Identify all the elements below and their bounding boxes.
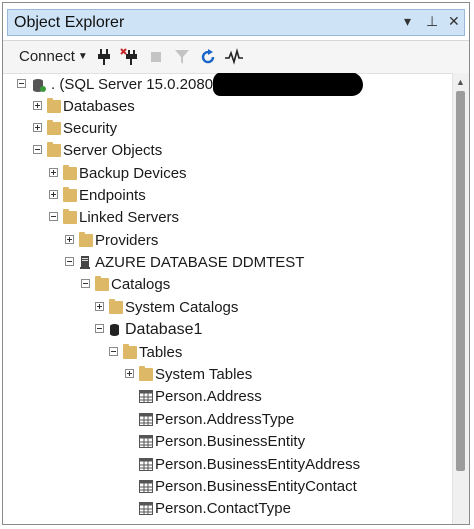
tree-node-security[interactable]: Security	[3, 118, 453, 140]
tree-node-linked-servers[interactable]: Linked Servers	[3, 207, 453, 229]
tree-node-backup-devices[interactable]: Backup Devices	[3, 163, 453, 185]
database-icon	[110, 324, 119, 336]
expand-toggle[interactable]	[49, 168, 58, 177]
tree-node-endpoints[interactable]: Endpoints	[3, 185, 453, 207]
expand-toggle[interactable]	[33, 101, 42, 110]
table-icon	[139, 390, 153, 403]
collapse-toggle[interactable]	[65, 257, 74, 266]
server-icon	[33, 79, 46, 92]
activity-monitor-icon[interactable]	[224, 47, 244, 67]
tree-node-table[interactable]: Person.BusinessEntityContact	[3, 476, 453, 498]
folder-icon	[47, 120, 61, 135]
tree-node-system-catalogs[interactable]: System Catalogs	[3, 297, 453, 319]
tree-node-table[interactable]: Person.AddressType	[3, 409, 453, 431]
linked-server-icon	[80, 256, 90, 269]
tree-node-label: Databases	[63, 98, 135, 115]
collapse-toggle[interactable]	[95, 324, 104, 333]
folder-icon	[63, 165, 77, 180]
window-position-dropdown-icon[interactable]: ▾	[404, 13, 411, 30]
panel-titlebar: Object Explorer ▾ ⊥ ✕	[3, 3, 469, 41]
tree-node-providers[interactable]: Providers	[3, 230, 453, 252]
tree-node-label: Person.BusinessEntityContact	[155, 478, 357, 495]
collapse-toggle[interactable]	[109, 347, 118, 356]
tree-node-tables[interactable]: Tables	[3, 342, 453, 364]
tree-node-catalogs[interactable]: Catalogs	[3, 274, 453, 296]
refresh-icon[interactable]	[198, 47, 218, 67]
tree-node-database1[interactable]: Database1	[3, 319, 453, 341]
tree-node-system-tables[interactable]: System Tables	[3, 364, 453, 386]
collapse-toggle[interactable]	[49, 212, 58, 221]
expand-toggle[interactable]	[33, 123, 42, 132]
tree-node-label: System Catalogs	[125, 299, 239, 316]
tree-node-table[interactable]: Person.BusinessEntity	[3, 431, 453, 453]
expand-toggle[interactable]	[95, 302, 104, 311]
object-explorer-panel: Object Explorer ▾ ⊥ ✕ Connect ▼ . (SQL S…	[2, 2, 470, 525]
connect-plug-icon[interactable]	[94, 47, 114, 67]
scrollbar-thumb[interactable]	[456, 91, 465, 471]
tree-node-label: Person.BusinessEntity	[155, 433, 306, 450]
tree-node-label: Endpoints	[79, 187, 146, 204]
tree-node-label: Server Objects	[63, 142, 163, 159]
tree-node-label: Tables	[139, 344, 183, 361]
tree-node-label: . (SQL Server 15.0.2080.9 -	[51, 76, 235, 93]
table-icon	[139, 458, 153, 471]
table-icon	[139, 480, 153, 493]
folder-icon	[139, 366, 153, 381]
tree-node-label: Database1	[125, 321, 203, 338]
scroll-up-arrow-icon[interactable]: ▲	[456, 77, 465, 87]
collapse-toggle[interactable]	[81, 279, 90, 288]
tree-node-label: Person.BusinessEntityAddress	[155, 456, 361, 473]
tree-node-label: AZURE DATABASE DDMTEST	[95, 254, 305, 271]
tree-node-server[interactable]: . (SQL Server 15.0.2080.9 -	[3, 73, 453, 96]
folder-icon	[95, 276, 109, 291]
expand-toggle[interactable]	[125, 369, 134, 378]
tree-node-label: Person.AddressType	[155, 411, 295, 428]
connect-dropdown[interactable]: Connect ▼	[19, 48, 88, 65]
tree-node-label: System Tables	[155, 366, 253, 383]
table-icon	[139, 502, 153, 515]
tree-node-label: Providers	[95, 232, 159, 249]
chevron-down-icon: ▼	[77, 51, 88, 62]
vertical-scrollbar[interactable]: ▲	[452, 73, 469, 524]
expand-toggle[interactable]	[65, 235, 74, 244]
table-icon	[139, 413, 153, 426]
tree-node-label: Backup Devices	[79, 165, 187, 182]
toolbar: Connect ▼	[3, 41, 469, 74]
tree-node-table[interactable]: Person.ContactType	[3, 498, 453, 520]
collapse-toggle[interactable]	[17, 79, 26, 88]
tree-node-databases[interactable]: Databases	[3, 96, 453, 118]
filter-icon[interactable]	[172, 47, 192, 67]
tree-node-table[interactable]: Person.BusinessEntityAddress	[3, 454, 453, 476]
folder-icon	[123, 344, 137, 359]
tree-node-label: Security	[63, 120, 118, 137]
tree-node-label: Person.Address	[155, 388, 262, 405]
panel-title-tab[interactable]: Object Explorer ▾ ⊥ ✕	[7, 9, 465, 36]
disconnect-plug-icon[interactable]	[120, 47, 140, 67]
folder-icon	[63, 209, 77, 224]
tree-node-azure-database[interactable]: AZURE DATABASE DDMTEST	[3, 252, 453, 274]
folder-icon	[63, 187, 77, 202]
stop-icon[interactable]	[146, 47, 166, 67]
redacted-server-name	[213, 73, 363, 96]
pin-icon[interactable]: ⊥	[426, 13, 438, 30]
folder-icon	[109, 299, 123, 314]
tree-node-table[interactable]: Person.Address	[3, 386, 453, 408]
collapse-toggle[interactable]	[33, 145, 42, 154]
close-icon[interactable]: ✕	[448, 13, 460, 30]
tree-node-label: Catalogs	[111, 276, 171, 293]
panel-title: Object Explorer	[14, 14, 125, 31]
connect-label: Connect	[19, 48, 75, 65]
tree-node-label: Linked Servers	[79, 209, 180, 226]
folder-icon	[47, 98, 61, 113]
table-icon	[139, 435, 153, 448]
object-explorer-tree: . (SQL Server 15.0.2080.9 - Databases Se…	[3, 73, 453, 524]
tree-node-label: Person.ContactType	[155, 500, 291, 517]
expand-toggle[interactable]	[49, 190, 58, 199]
folder-icon	[79, 232, 93, 247]
folder-icon	[47, 142, 61, 157]
tree-node-server-objects[interactable]: Server Objects	[3, 140, 453, 162]
